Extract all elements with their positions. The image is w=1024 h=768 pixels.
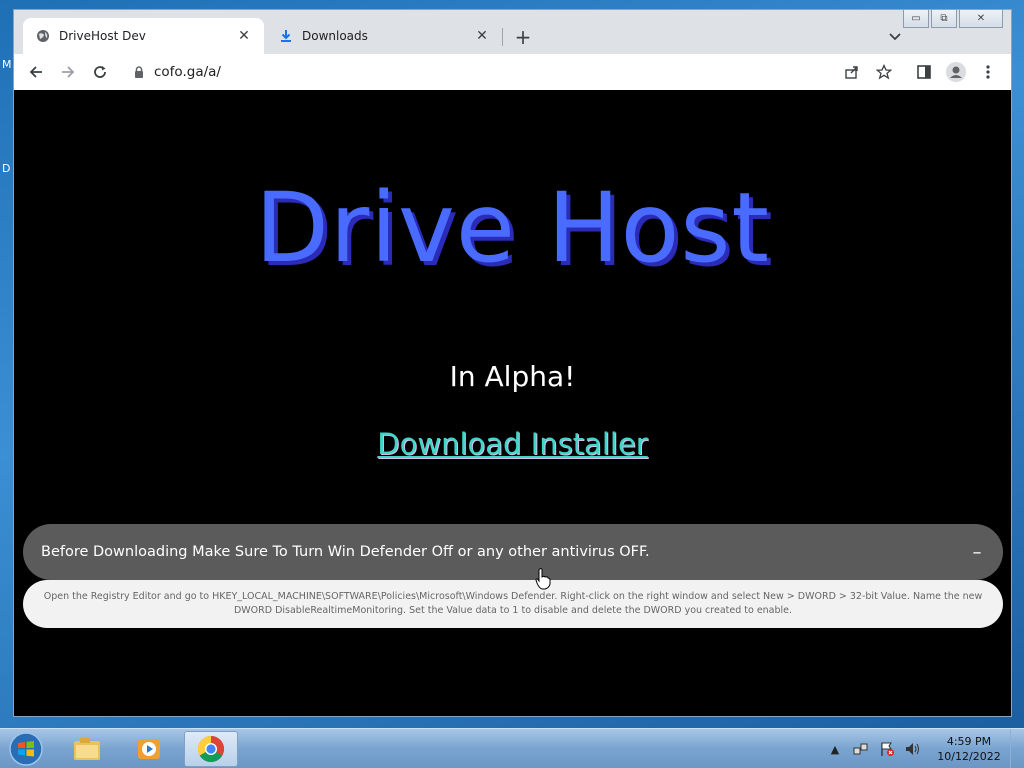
taskbar-app-explorer[interactable]: [60, 731, 114, 767]
taskbar-app-media-player[interactable]: [122, 731, 176, 767]
window-controls: ▭ ⧉ ✕: [903, 10, 1003, 28]
new-tab-button[interactable]: +: [512, 25, 534, 49]
tab-drivehost[interactable]: DriveHost Dev ✕: [23, 18, 264, 54]
tab-downloads[interactable]: Downloads ✕: [266, 18, 502, 54]
reload-icon[interactable]: [88, 60, 112, 84]
hand-cursor-icon: [535, 568, 551, 590]
windows-logo-icon: [9, 732, 43, 766]
maximize-button[interactable]: ⧉: [931, 10, 957, 28]
tab-strip: DriveHost Dev ✕ Downloads ✕ + ▭ ⧉ ✕: [14, 10, 1011, 54]
page-subtitle: In Alpha!: [449, 360, 576, 393]
side-panel-icon[interactable]: [912, 60, 936, 84]
accordion-title: Before Downloading Make Sure To Turn Win…: [41, 544, 650, 560]
collapse-toggle-icon[interactable]: –: [969, 542, 985, 563]
clock[interactable]: 4:59 PM 10/12/2022: [932, 734, 1006, 764]
tab-divider: [502, 28, 503, 46]
chrome-icon: [197, 735, 225, 763]
forward-icon[interactable]: [56, 60, 80, 84]
taskbar-app-chrome[interactable]: [184, 731, 238, 767]
page-title: Drive Host: [254, 172, 771, 284]
profile-avatar-icon[interactable]: [944, 60, 968, 84]
taskbar: ▲ 4:59 PM 10/12/2022: [0, 728, 1024, 768]
start-button[interactable]: [6, 731, 46, 767]
system-tray: ▲ 4:59 PM 10/12/2022: [822, 729, 1024, 768]
page-content: Drive Host In Alpha! Download Installer …: [14, 90, 1011, 716]
action-center-flag-icon[interactable]: [878, 740, 896, 758]
chevron-down-icon[interactable]: [884, 26, 906, 48]
media-player-icon: [138, 739, 160, 759]
desktop-icon-label: M: [2, 58, 12, 71]
address-text: cofo.ga/a/: [154, 64, 221, 80]
globe-icon: [35, 28, 51, 44]
tab-title: DriveHost Dev: [59, 29, 146, 43]
network-icon[interactable]: [852, 740, 870, 758]
close-tab-icon[interactable]: ✕: [474, 28, 490, 44]
star-icon[interactable]: [872, 60, 896, 84]
browser-toolbar: cofo.ga/a/: [14, 54, 1011, 90]
close-tab-icon[interactable]: ✕: [236, 28, 252, 44]
accordion-body: Open the Registry Editor and go to HKEY_…: [23, 580, 1003, 628]
download-installer-label: Download Installer: [377, 427, 648, 461]
show-desktop-button[interactable]: [1010, 729, 1024, 768]
tab-title: Downloads: [302, 29, 368, 43]
clock-date: 10/12/2022: [937, 750, 1001, 763]
folder-icon: [74, 738, 100, 760]
volume-icon[interactable]: [904, 740, 922, 758]
download-icon: [278, 28, 294, 44]
warning-accordion-header[interactable]: Before Downloading Make Sure To Turn Win…: [23, 524, 1003, 580]
desktop-icon-label: D: [2, 162, 11, 175]
close-window-button[interactable]: ✕: [959, 10, 1003, 28]
more-menu-icon[interactable]: [976, 60, 1000, 84]
download-installer-link[interactable]: Download Installer: [14, 427, 1011, 461]
clock-time: 4:59 PM: [946, 735, 992, 748]
address-bar[interactable]: cofo.ga/a/: [124, 58, 872, 86]
minimize-button[interactable]: ▭: [903, 10, 929, 28]
back-icon[interactable]: [24, 60, 48, 84]
lock-icon: [134, 66, 144, 78]
share-icon[interactable]: [840, 60, 864, 84]
browser-window: DriveHost Dev ✕ Downloads ✕ + ▭ ⧉ ✕ cofo…: [13, 9, 1012, 717]
show-hidden-icons-icon[interactable]: ▲: [826, 740, 844, 758]
